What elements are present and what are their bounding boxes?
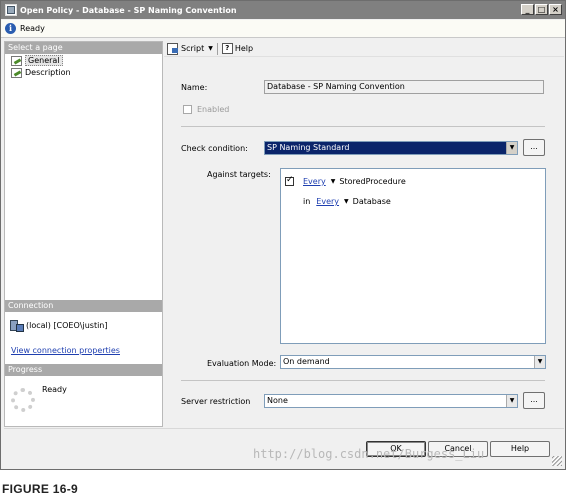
target-selector-link[interactable]: Every — [316, 197, 339, 206]
progress-spinner-icon — [11, 388, 35, 412]
server-restriction-value: None — [267, 396, 288, 405]
chevron-down-icon[interactable]: ▼ — [331, 178, 336, 185]
page-item-label: General — [25, 54, 63, 66]
server-restriction-browse-button[interactable]: ... — [523, 392, 545, 409]
progress-section: Progress Ready — [5, 364, 162, 412]
progress-header: Progress — [5, 364, 162, 376]
view-connection-properties-link[interactable]: View connection properties — [5, 346, 162, 355]
chevron-down-icon[interactable]: ▼ — [534, 356, 545, 368]
check-condition-value: SP Naming Standard — [267, 143, 350, 152]
chevron-down-icon[interactable]: ▼ — [506, 142, 517, 154]
chevron-down-icon[interactable]: ▼ — [344, 198, 349, 205]
window-title: Open Policy - Database - SP Naming Conve… — [20, 5, 237, 15]
toolbar-divider — [216, 42, 218, 55]
minimize-button[interactable]: _ — [521, 4, 534, 15]
maximize-button[interactable]: □ — [535, 4, 548, 15]
script-button[interactable]: Script ▼ — [167, 43, 213, 55]
close-button[interactable]: × — [549, 4, 562, 15]
target-object: Database — [352, 197, 391, 206]
check-condition-browse-button[interactable]: ... — [523, 139, 545, 156]
connection-server: (local) [COEO\justin] — [5, 312, 162, 332]
enabled-checkbox[interactable] — [183, 105, 192, 114]
toolbar: Script ▼ ? Help — [164, 41, 564, 57]
divider — [181, 126, 545, 127]
targets-box: Every ▼ StoredProcedure in Every ▼ Datab… — [280, 168, 546, 344]
window-icon — [5, 4, 17, 16]
figure-caption: FIGURE 16-9 — [2, 482, 78, 496]
info-icon: i — [5, 23, 16, 34]
progress-status: Ready — [42, 385, 67, 394]
help-button[interactable]: ? Help — [221, 43, 254, 54]
connection-server-label: (local) [COEO\justin] — [26, 320, 108, 330]
target-row: Every ▼ StoredProcedure — [285, 175, 406, 186]
target-row: in Every ▼ Database — [303, 197, 391, 206]
page-item-general[interactable]: General — [5, 54, 162, 66]
against-targets-label: Against targets: — [207, 170, 271, 179]
title-bar[interactable]: Open Policy - Database - SP Naming Conve… — [1, 1, 565, 19]
help-icon: ? — [221, 43, 233, 54]
page-icon — [10, 67, 22, 78]
evaluation-mode-value: On demand — [283, 357, 330, 366]
resize-grip-icon[interactable] — [552, 456, 562, 466]
server-restriction-select[interactable]: None ▼ — [264, 394, 518, 408]
connection-header: Connection — [5, 300, 162, 312]
chevron-down-icon[interactable]: ▼ — [506, 395, 517, 407]
server-restriction-label: Server restriction — [181, 397, 251, 406]
left-panel: Select a page General Description Connec… — [4, 41, 163, 427]
open-policy-window: Open Policy - Database - SP Naming Conve… — [0, 0, 566, 470]
target-prefix: in — [303, 197, 311, 206]
enabled-label: Enabled — [197, 105, 230, 114]
status-bar: i Ready — [1, 20, 565, 38]
watermark: http://blog.csdn.net/Burgess_Liu — [253, 447, 485, 461]
help-dialog-button[interactable]: Help — [490, 441, 550, 457]
page-item-description[interactable]: Description — [5, 66, 162, 78]
server-icon — [10, 319, 24, 332]
target-selector-link[interactable]: Every — [303, 177, 326, 186]
name-label: Name: — [181, 83, 208, 92]
divider — [181, 380, 545, 381]
check-condition-label: Check condition: — [181, 144, 248, 153]
script-icon — [167, 43, 179, 55]
script-label: Script — [181, 44, 205, 53]
page-icon — [10, 55, 22, 66]
name-field[interactable]: Database - SP Naming Convention — [264, 80, 544, 94]
select-page-header: Select a page — [5, 42, 162, 54]
status-text: Ready — [20, 24, 45, 33]
check-condition-select[interactable]: SP Naming Standard ▼ — [264, 141, 518, 155]
help-label: Help — [234, 44, 254, 53]
target-checkbox[interactable] — [285, 175, 294, 186]
connection-section: Connection (local) [COEO\justin] View co… — [5, 300, 162, 355]
chevron-down-icon[interactable]: ▼ — [208, 45, 213, 52]
evaluation-mode-select[interactable]: On demand ▼ — [280, 355, 546, 369]
target-object: StoredProcedure — [339, 177, 406, 186]
evaluation-mode-label: Evaluation Mode: — [207, 359, 277, 368]
general-page-form: Name: Database - SP Naming Convention En… — [164, 58, 564, 427]
page-item-label: Description — [25, 67, 71, 77]
